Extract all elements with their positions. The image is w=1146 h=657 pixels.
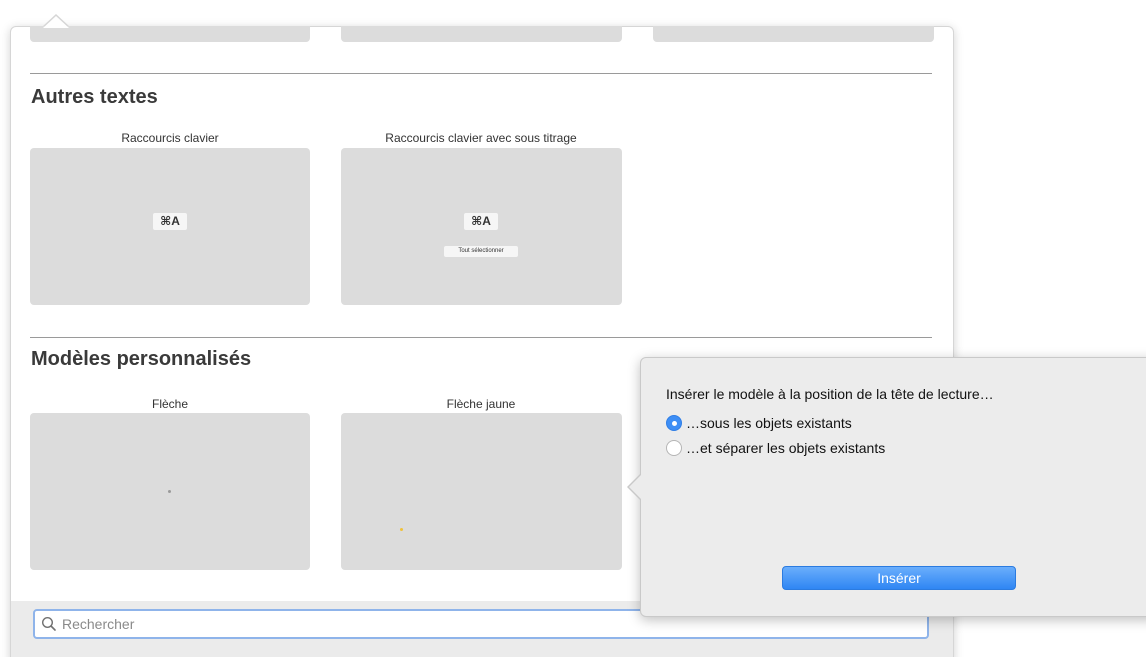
template-thumbnail[interactable] — [653, 26, 934, 42]
radio-button-selected[interactable] — [666, 415, 682, 431]
arrow-marker-icon — [168, 490, 171, 493]
radio-button[interactable] — [666, 440, 682, 456]
insert-popover-title: Insérer le modèle à la position de la tê… — [666, 386, 994, 402]
section-divider — [30, 73, 932, 74]
keyboard-shortcut-badge: ⌘A — [153, 213, 187, 230]
radio-option-label: …et séparer les objets existants — [686, 440, 886, 456]
yellow-arrow-marker-icon — [400, 528, 403, 531]
popover-pointer-fill — [629, 474, 642, 500]
template-label: Raccourcis clavier — [121, 131, 219, 145]
radio-option-split-existing[interactable]: …et séparer les objets existants — [666, 440, 885, 456]
panel-pointer-fill — [43, 16, 69, 28]
shortcut-caption-badge: Tout sélectionner — [444, 246, 518, 257]
template-thumbnail-fleche-jaune[interactable] — [341, 413, 622, 570]
template-label: Flèche — [151, 397, 189, 411]
search-input[interactable] — [62, 616, 882, 632]
radio-option-label: …sous les objets existants — [686, 415, 852, 431]
radio-option-under-existing[interactable]: …sous les objets existants — [666, 415, 852, 431]
template-thumbnail[interactable] — [30, 26, 310, 42]
template-label: Flèche jaune — [446, 397, 516, 411]
search-icon — [41, 616, 56, 631]
keyboard-shortcut-badge: ⌘A — [464, 213, 498, 230]
template-thumbnail-fleche[interactable] — [30, 413, 310, 570]
template-thumbnail-raccourcis-clavier-sous-titrage[interactable]: ⌘A Tout sélectionner — [341, 148, 622, 305]
insert-button[interactable]: Insérer — [782, 566, 1016, 590]
section-divider — [30, 337, 932, 338]
template-thumbnail[interactable] — [341, 26, 622, 42]
section-title-autres-textes: Autres textes — [31, 86, 158, 108]
template-thumbnail-raccourcis-clavier[interactable]: ⌘A — [30, 148, 310, 305]
section-title-modeles-personnalises: Modèles personnalisés — [31, 348, 252, 370]
template-label: Raccourcis clavier avec sous titrage — [385, 131, 577, 145]
